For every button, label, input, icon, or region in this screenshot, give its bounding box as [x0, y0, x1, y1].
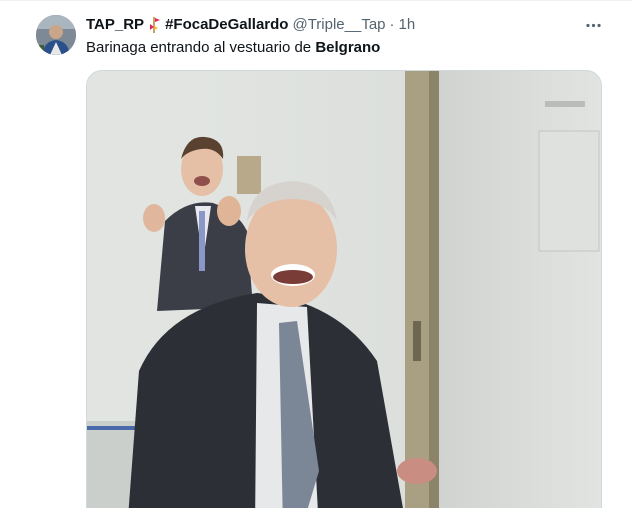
- separator-dot: ·: [389, 16, 395, 33]
- tweet-text-bold: Belgrano: [315, 39, 381, 56]
- timestamp[interactable]: 1h: [399, 15, 416, 35]
- avatar[interactable]: [36, 15, 76, 55]
- tweet-header: TAP_RP #FocaDeGallardo @Triple__Tap · 1h: [86, 15, 415, 35]
- user-handle[interactable]: @Triple__Tap: [292, 15, 385, 35]
- video-frame-image: [87, 71, 601, 508]
- display-name[interactable]: TAP_RP: [86, 15, 144, 35]
- tweet-card[interactable]: TAP_RP #FocaDeGallardo @Triple__Tap · 1h…: [0, 0, 632, 508]
- tweet-text: Barinaga entrando al vestuario de Belgra…: [86, 38, 380, 58]
- tweet-video[interactable]: [86, 70, 602, 508]
- tweet-text-prefix: Barinaga entrando al vestuario de: [86, 39, 316, 56]
- river-plate-flag-icon: [147, 16, 161, 34]
- more-options-button[interactable]: [580, 13, 606, 37]
- avatar-image: [36, 15, 76, 55]
- more-options-icon: [585, 23, 601, 27]
- hashtag-in-name: #FocaDeGallardo: [165, 16, 289, 33]
